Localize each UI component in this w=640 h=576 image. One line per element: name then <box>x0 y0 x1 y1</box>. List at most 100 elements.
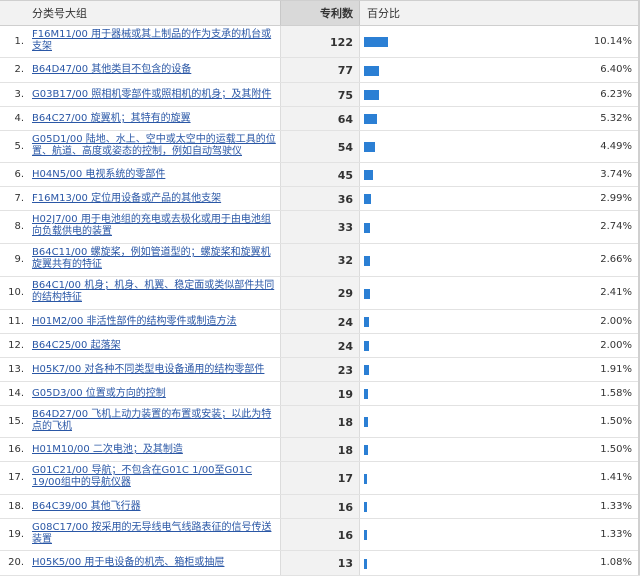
row-count: 75 <box>337 89 353 102</box>
table-row: 14. G05D3/00 位置或方向的控制 19 1.58% <box>0 382 640 406</box>
row-percent-bar <box>364 194 371 204</box>
row-percent: 1.08% <box>600 557 632 568</box>
table-row: 11. H01M2/00 非活性部件的结构零件或制造方法 24 2.00% <box>0 310 640 334</box>
table-row: 18. B64C39/00 其他飞行器 16 1.33% <box>0 495 640 519</box>
row-count: 64 <box>337 113 353 126</box>
row-percent-bar <box>364 114 377 124</box>
row-count-cell: 122 <box>280 26 360 57</box>
table-row: 1. F16M11/00 用于器械或其上制品的作为支承的机台或支架 122 10.14… <box>0 26 640 58</box>
row-percent-bar <box>364 223 370 233</box>
row-count-cell: 54 <box>280 131 360 162</box>
row-category-link[interactable]: G05D1/00 陆地、水上、空中或太空中的运载工具的位置、航道、高度或姿态的控… <box>32 134 277 158</box>
row-count: 36 <box>337 193 353 206</box>
row-category-link[interactable]: B64C27/00 旋翼机；其特有的旋翼 <box>32 113 277 125</box>
row-rank: 14. <box>8 388 24 399</box>
row-percent: 5.32% <box>600 113 632 124</box>
row-percent: 1.91% <box>600 364 632 375</box>
row-percent: 3.74% <box>600 169 632 180</box>
row-count: 29 <box>337 287 353 300</box>
row-count-cell: 29 <box>280 277 360 309</box>
row-category-link[interactable]: H01M2/00 非活性部件的结构零件或制造方法 <box>32 316 277 328</box>
row-count-cell: 23 <box>280 358 360 381</box>
table-row: 7. F16M13/00 定位用设备或产品的其他支架 36 2.99% <box>0 187 640 211</box>
table-header: 分类号大组 专利数 百分比 <box>0 1 640 26</box>
header-category[interactable]: 分类号大组 <box>32 5 87 21</box>
table-row: 8. H02J7/00 用于电池组的充电或去极化或用于由电池组向负载供电的装置 33… <box>0 211 640 244</box>
row-count: 18 <box>337 444 353 457</box>
row-rank: 16. <box>8 444 24 455</box>
row-percent-bar <box>364 417 368 427</box>
row-category-link[interactable]: G08C17/00 按采用的无导线电气线路表征的信号传送装置 <box>32 522 277 546</box>
row-category-link[interactable]: H05K5/00 用于电设备的机壳、箱柜或抽屉 <box>32 557 277 569</box>
row-category-link[interactable]: B64C11/00 螺旋桨，例如管道型的；螺旋桨和旋翼机旋翼共有的特征 <box>32 247 277 271</box>
table-row: 20. H05K5/00 用于电设备的机壳、箱柜或抽屉 13 1.08% <box>0 551 640 576</box>
row-count-cell: 16 <box>280 495 360 518</box>
header-count[interactable]: 专利数 <box>320 5 353 21</box>
table-row: 15. B64D27/00 飞机上动力装置的布置或安装；以此为特点的飞机 18 1.5… <box>0 406 640 438</box>
row-category-link[interactable]: H04N5/00 电视系统的零部件 <box>32 169 277 181</box>
row-rank: 9. <box>14 254 24 265</box>
row-count: 18 <box>337 416 353 429</box>
row-percent: 2.00% <box>600 340 632 351</box>
row-percent-bar <box>364 66 379 76</box>
header-count-sorted[interactable]: 专利数 <box>280 1 360 25</box>
row-count: 54 <box>337 141 353 154</box>
row-rank: 4. <box>14 113 24 124</box>
row-percent-bar <box>364 37 388 47</box>
table-row: 17. G01C21/00 导航；不包含在G01C 1/00至G01C 19/00… <box>0 462 640 495</box>
row-count: 77 <box>337 64 353 77</box>
table-row: 12. B64C25/00 起落架 24 2.00% <box>0 334 640 358</box>
row-percent: 1.33% <box>600 529 632 540</box>
row-category-link[interactable]: H01M10/00 二次电池；及其制造 <box>32 444 277 456</box>
row-category-link[interactable]: G05D3/00 位置或方向的控制 <box>32 388 277 400</box>
row-count: 24 <box>337 316 353 329</box>
row-count-cell: 77 <box>280 58 360 82</box>
row-category-link[interactable]: B64D27/00 飞机上动力装置的布置或安装；以此为特点的飞机 <box>32 409 277 433</box>
row-count: 13 <box>337 557 353 570</box>
row-rank: 18. <box>8 501 24 512</box>
row-rank: 7. <box>14 193 24 204</box>
row-percent-bar <box>364 256 370 266</box>
row-rank: 1. <box>14 36 24 47</box>
row-count: 23 <box>337 364 353 377</box>
row-category-link[interactable]: F16M13/00 定位用设备或产品的其他支架 <box>32 193 277 205</box>
row-rank: 8. <box>14 221 24 232</box>
table-row: 19. G08C17/00 按采用的无导线电气线路表征的信号传送装置 16 1.33% <box>0 519 640 551</box>
table-row: 10. B64C1/00 机身；机身、机翼、稳定面或类似部件共同的结构特征 29 2.… <box>0 277 640 310</box>
row-category-link[interactable]: B64C1/00 机身；机身、机翼、稳定面或类似部件共同的结构特征 <box>32 280 277 304</box>
row-category-link[interactable]: F16M11/00 用于器械或其上制品的作为支承的机台或支架 <box>32 29 277 53</box>
row-category-link[interactable]: B64C39/00 其他飞行器 <box>32 501 277 513</box>
row-count: 16 <box>337 501 353 514</box>
row-rank: 5. <box>14 141 24 152</box>
row-rank: 20. <box>8 557 24 568</box>
row-percent-bar <box>364 474 367 484</box>
table-row: 13. H05K7/00 对各种不同类型电设备通用的结构零部件 23 1.91% <box>0 358 640 382</box>
row-rank: 19. <box>8 529 24 540</box>
row-count-cell: 19 <box>280 382 360 405</box>
row-category-link[interactable]: B64C25/00 起落架 <box>32 340 277 352</box>
row-percent-bar <box>364 389 368 399</box>
row-count: 24 <box>337 340 353 353</box>
row-percent-bar <box>364 502 367 512</box>
row-count-cell: 18 <box>280 406 360 437</box>
row-percent-bar <box>364 559 367 569</box>
row-count-cell: 75 <box>280 83 360 106</box>
header-percent: 百分比 <box>367 7 400 20</box>
row-category-link[interactable]: H05K7/00 对各种不同类型电设备通用的结构零部件 <box>32 364 277 376</box>
row-rank: 17. <box>8 472 24 483</box>
row-count-cell: 64 <box>280 107 360 130</box>
row-category-link[interactable]: B64D47/00 其他类目不包含的设备 <box>32 64 277 76</box>
row-count: 16 <box>337 529 353 542</box>
row-rank: 13. <box>8 364 24 375</box>
row-category-link[interactable]: G01C21/00 导航；不包含在G01C 1/00至G01C 19/00组中的… <box>32 465 277 489</box>
row-percent-bar <box>364 530 367 540</box>
row-percent: 4.49% <box>600 141 632 152</box>
row-category-link[interactable]: H02J7/00 用于电池组的充电或去极化或用于由电池组向负载供电的装置 <box>32 214 277 238</box>
row-category-link[interactable]: G03B17/00 照相机零部件或照相机的机身；及其附件 <box>32 89 277 101</box>
row-count: 45 <box>337 169 353 182</box>
table-row: 3. G03B17/00 照相机零部件或照相机的机身；及其附件 75 6.23% <box>0 83 640 107</box>
table-row: 6. H04N5/00 电视系统的零部件 45 3.74% <box>0 163 640 187</box>
row-count-cell: 18 <box>280 438 360 461</box>
row-count: 33 <box>337 221 353 234</box>
row-count-cell: 13 <box>280 551 360 575</box>
